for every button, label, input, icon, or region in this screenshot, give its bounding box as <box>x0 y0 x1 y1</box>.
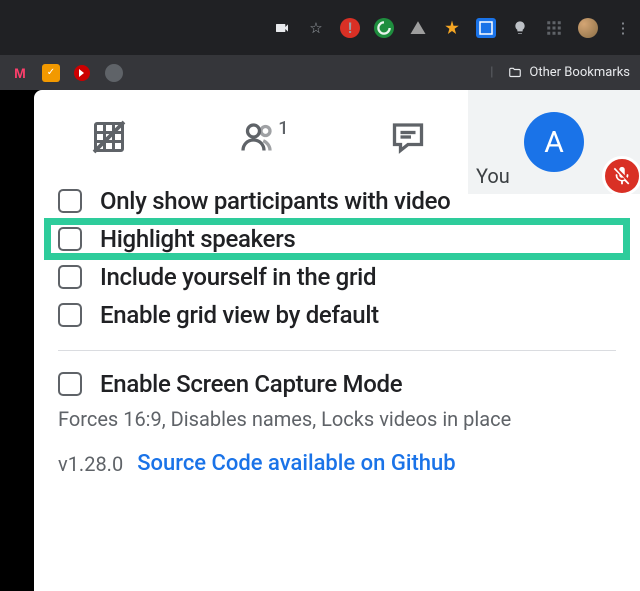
option-label: Enable grid view by default <box>100 301 379 329</box>
people-count: 1 <box>278 118 288 139</box>
camera-icon[interactable] <box>272 18 292 38</box>
chrome-toolbar: ☆ ! ⋮ <box>0 0 640 55</box>
settings-popup: 1 A You Only show par <box>34 90 640 591</box>
option-label: Only show participants with video <box>100 187 451 215</box>
other-bookmarks-button[interactable]: Other Bookmarks <box>529 65 630 80</box>
extension-icon[interactable] <box>510 18 530 38</box>
option-include-yourself[interactable]: Include yourself in the grid <box>34 258 640 296</box>
tab-grid-off[interactable] <box>34 104 184 170</box>
checkbox[interactable] <box>58 372 82 396</box>
options-list: Only show participants with video Highli… <box>34 170 640 476</box>
video-area: 1 A You Only show par <box>0 90 640 591</box>
tab-people[interactable]: 1 <box>184 104 334 170</box>
extension-icon[interactable] <box>442 18 462 38</box>
divider <box>58 350 616 351</box>
extension-icon[interactable] <box>476 18 496 38</box>
tab-chat[interactable] <box>333 104 483 170</box>
extension-icon[interactable] <box>374 18 394 38</box>
separator: | <box>490 65 493 80</box>
bookmark-icon[interactable] <box>104 63 124 83</box>
option-only-video[interactable]: Only show participants with video <box>34 182 640 220</box>
bookmark-icon[interactable]: M <box>10 63 30 83</box>
extension-icon[interactable] <box>408 18 428 38</box>
option-label: Include yourself in the grid <box>100 263 376 291</box>
checkbox[interactable] <box>58 303 82 327</box>
option-description: Forces 16:9, Disables names, Locks video… <box>34 403 640 431</box>
option-screen-capture[interactable]: Enable Screen Capture Mode <box>34 365 640 403</box>
bookmark-icon[interactable]: ✓ <box>42 64 60 82</box>
version-label: v1.28.0 <box>58 452 123 476</box>
folder-icon <box>507 66 523 80</box>
option-enable-default[interactable]: Enable grid view by default <box>34 296 640 334</box>
checkbox[interactable] <box>58 227 82 251</box>
option-label: Enable Screen Capture Mode <box>100 370 402 398</box>
source-link[interactable]: Source Code available on Github <box>137 451 455 476</box>
checkbox[interactable] <box>58 189 82 213</box>
checkbox[interactable] <box>58 265 82 289</box>
option-highlight-speakers[interactable]: Highlight speakers <box>34 220 640 258</box>
kebab-menu-icon[interactable]: ⋮ <box>612 18 632 38</box>
star-icon[interactable]: ☆ <box>306 18 326 38</box>
extension-icon[interactable]: ! <box>340 18 360 38</box>
profile-avatar-icon[interactable] <box>578 18 598 38</box>
extension-icon[interactable] <box>544 18 564 38</box>
self-tile[interactable]: A You <box>468 90 640 194</box>
bookmark-icon[interactable] <box>72 63 92 83</box>
self-avatar: A <box>524 112 584 172</box>
footer: v1.28.0 Source Code available on Github <box>34 431 640 476</box>
bookmarks-bar: M ✓ | Other Bookmarks <box>0 55 640 90</box>
option-label: Highlight speakers <box>100 225 295 253</box>
